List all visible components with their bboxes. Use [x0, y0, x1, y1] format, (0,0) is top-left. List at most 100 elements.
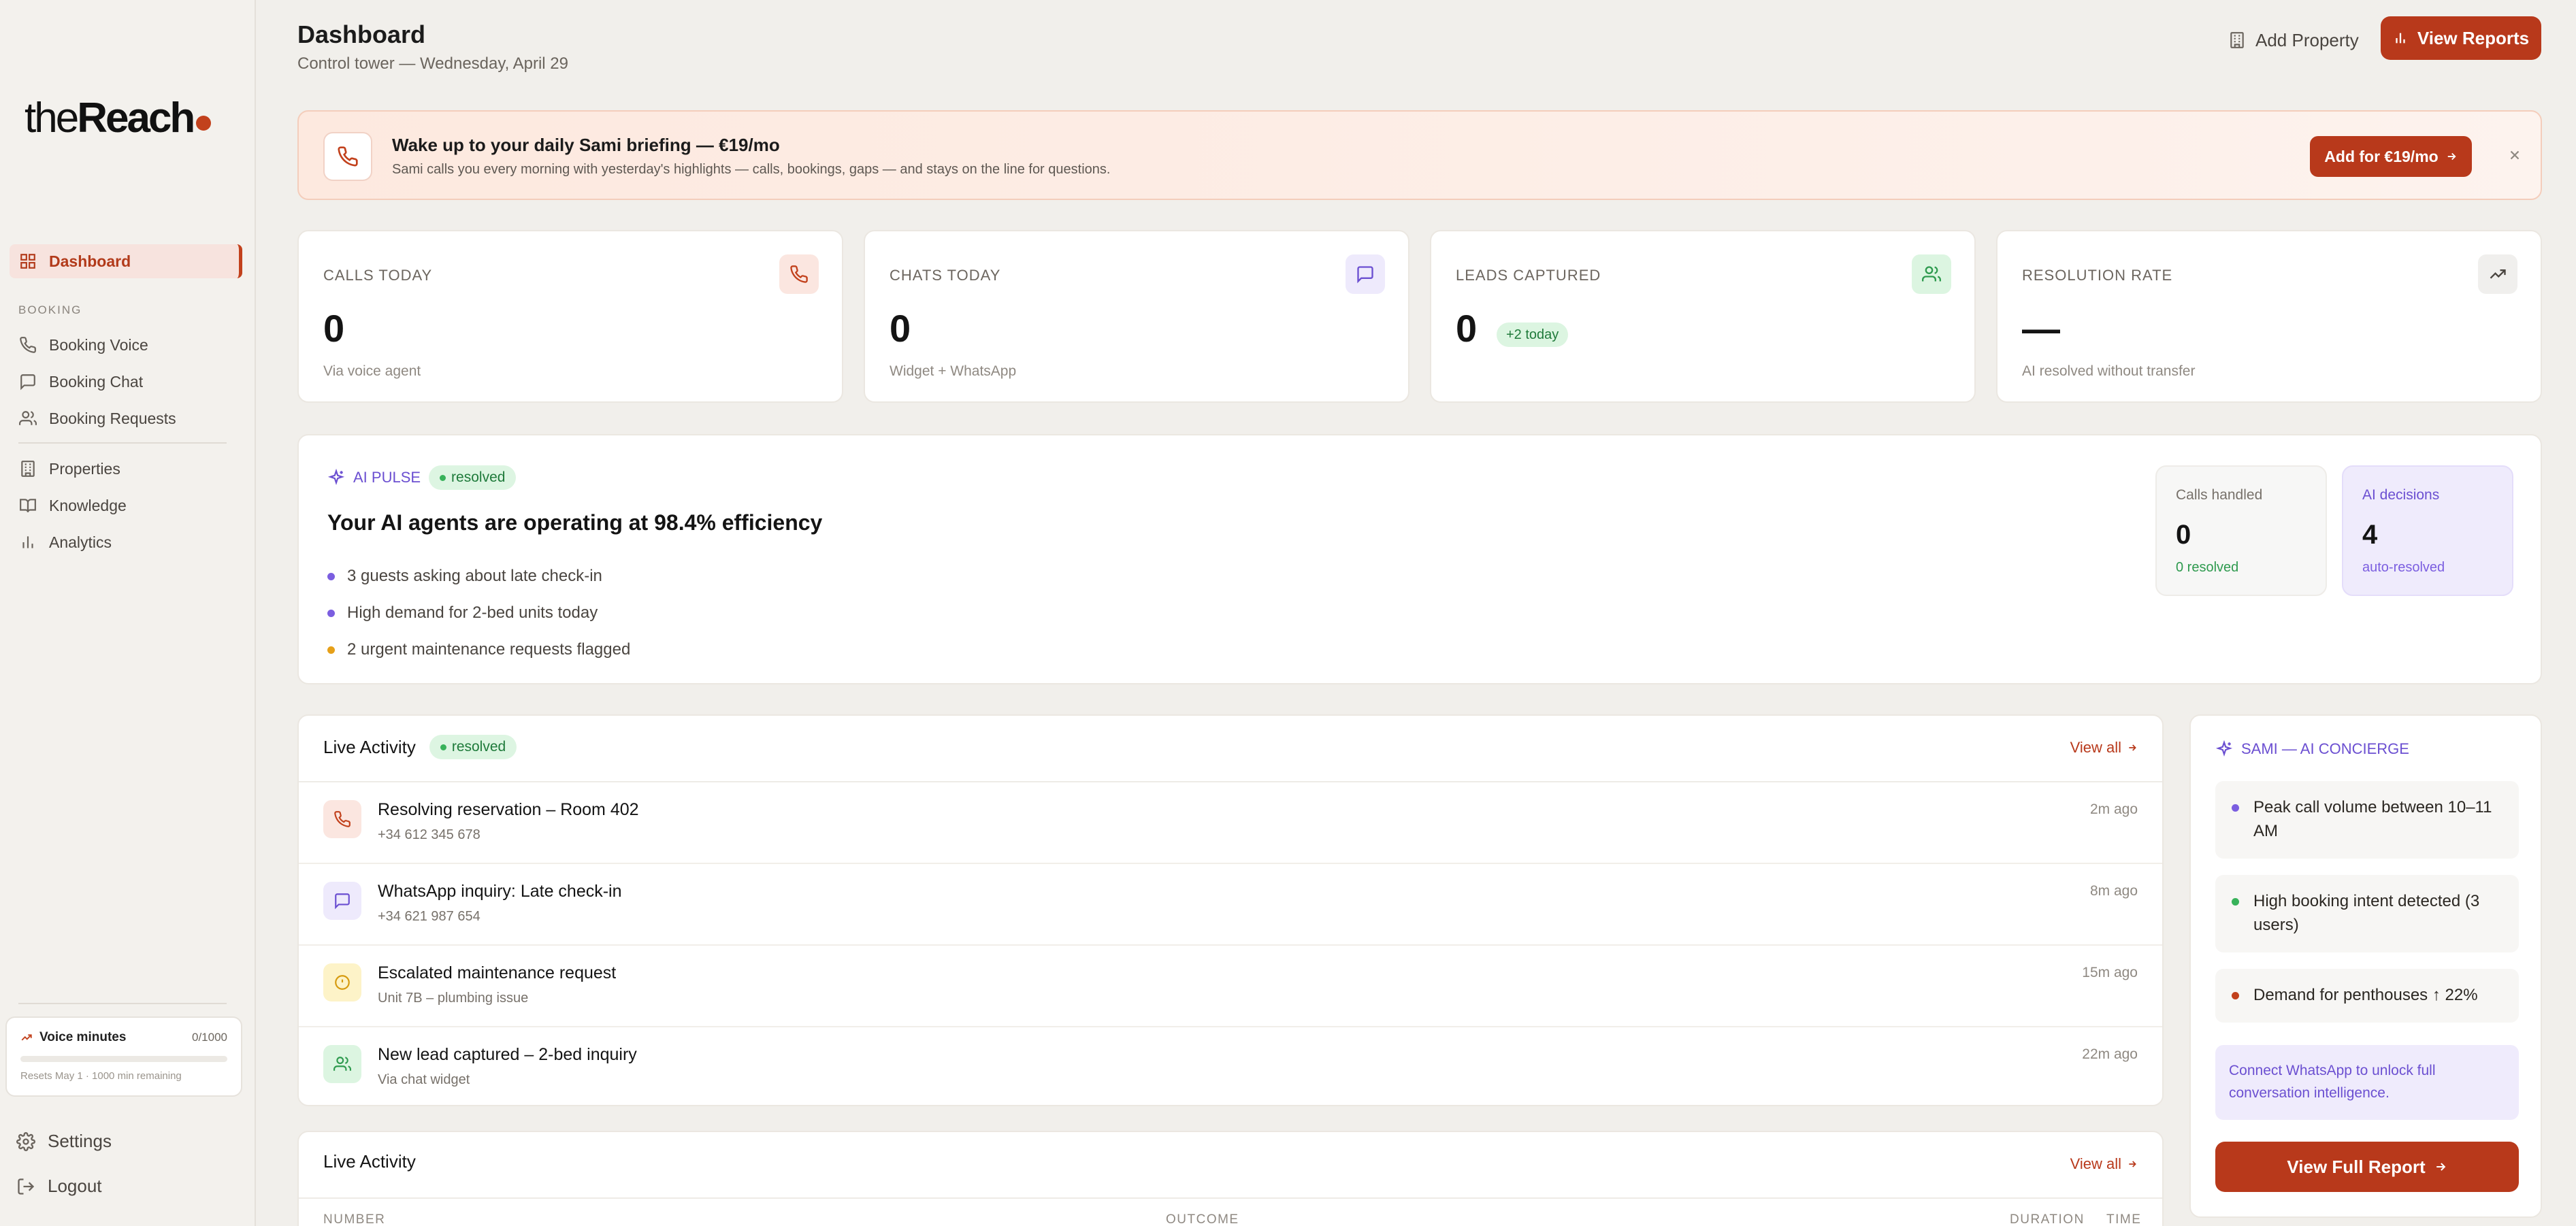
row-icon-box — [323, 963, 361, 1001]
stat-value: 0 — [323, 307, 345, 350]
table-row[interactable]: New lead captured – 2-bed inquiry Via ch… — [299, 1027, 2162, 1109]
table-row[interactable]: WhatsApp inquiry: Late check-in +34 621 … — [299, 864, 2162, 946]
sidebar-item-label: Booking Chat — [49, 372, 144, 391]
row-title: Escalated maintenance request — [378, 963, 617, 982]
row-icon-box — [323, 1045, 361, 1083]
row-title: Resolving reservation – Room 402 — [378, 800, 639, 819]
column-header-outcome[interactable]: OUTCOME — [1166, 1212, 1239, 1226]
view-all-link[interactable]: View all — [2070, 739, 2138, 757]
card-header: Live Activity — [323, 1151, 416, 1172]
view-all-label: View all — [2070, 739, 2121, 756]
logout-label: Logout — [48, 1176, 102, 1196]
sidebar-item-booking-voice[interactable]: Booking Voice — [10, 328, 242, 362]
view-reports-button[interactable]: View Reports — [2381, 16, 2541, 60]
sidebar-item-label: Knowledge — [49, 496, 127, 514]
trend-icon — [2490, 269, 2506, 279]
row-time: 8m ago — [2089, 883, 2138, 899]
list-item: 2 urgent maintenance requests flagged — [327, 631, 630, 668]
live-activity-card: Live Activity resolved View all Resolvin… — [297, 714, 2164, 1106]
chat-icon — [1357, 266, 1373, 284]
close-banner-button[interactable] — [2504, 144, 2526, 166]
connect-whatsapp-hint[interactable]: Connect WhatsApp to unlock full conversa… — [2215, 1045, 2519, 1120]
sidebar-item-analytics[interactable]: Analytics — [10, 525, 242, 559]
settings-link[interactable]: Settings — [16, 1131, 112, 1152]
voice-minutes-count: 0/1000 — [192, 1031, 227, 1044]
sidebar-item-knowledge[interactable]: Knowledge — [10, 488, 242, 523]
bar-chart-icon — [2396, 33, 2405, 44]
logout-icon — [18, 1178, 35, 1195]
column-header-duration[interactable]: DURATION — [2010, 1212, 2085, 1226]
chat-icon — [20, 374, 35, 391]
row-time: 2m ago — [2089, 801, 2138, 817]
ai-decisions-card: AI decisions 4 auto-resolved — [2342, 465, 2513, 596]
stat-sub: AI resolved without transfer — [2022, 363, 2196, 379]
brand-logo[interactable]: theReach — [25, 94, 212, 142]
row-title: New lead captured – 2-bed inquiry — [378, 1045, 637, 1064]
ai-pulse-card: AI PULSE resolved Your AI agents are ope… — [297, 434, 2542, 684]
table-row[interactable]: Resolving reservation – Room 402 +34 612… — [299, 782, 2162, 864]
alert-icon — [335, 975, 350, 990]
add-property-button[interactable]: Add Property — [2220, 20, 2367, 60]
arrow-right-icon — [2436, 1163, 2445, 1171]
stat-label: CHATS TODAY — [890, 267, 1001, 284]
users-icon — [333, 1057, 351, 1071]
table-row[interactable]: Escalated maintenance request Unit 7B – … — [299, 946, 2162, 1027]
sami-briefing-banner: Wake up to your daily Sami briefing — €1… — [297, 110, 2542, 200]
ai-pulse-headline: Your AI agents are operating at 98.4% ef… — [327, 510, 823, 535]
insight-item: Demand for penthouses ↑ 22% — [2215, 969, 2519, 1023]
stat-icon-box — [1912, 254, 1951, 294]
sidebar-item-booking-requests[interactable]: Booking Requests — [10, 401, 242, 435]
view-full-report-label: View Full Report — [2287, 1156, 2426, 1177]
bullet-dot — [327, 646, 335, 654]
insight-item: High booking intent detected (3 users) — [2215, 875, 2519, 952]
row-icon-box — [323, 800, 361, 838]
stat-icon-box — [1346, 254, 1385, 294]
stat-badge: +2 today — [1497, 322, 1569, 347]
stat-sub: Via voice agent — [323, 363, 421, 379]
logout-link[interactable]: Logout — [16, 1176, 102, 1197]
logo-text-reach: Reach — [77, 95, 195, 142]
voice-minutes-progress — [20, 1056, 227, 1062]
sidebar-item-properties[interactable]: Properties — [10, 452, 242, 486]
phone-icon — [790, 265, 808, 283]
add-briefing-button[interactable]: Add for €19/mo — [2310, 136, 2472, 177]
mini-value: 0 — [2176, 520, 2191, 550]
voice-minutes-card: Voice minutes 0/1000 Resets May 1 · 1000… — [5, 1016, 242, 1097]
sidebar-item-label: Booking Voice — [49, 335, 148, 354]
view-all-link[interactable]: View all — [2070, 1155, 2138, 1173]
gear-icon — [16, 1131, 35, 1151]
sidebar-item-booking-chat[interactable]: Booking Chat — [10, 365, 242, 399]
column-header-number[interactable]: NUMBER — [323, 1212, 385, 1226]
stat-card-leads-captured: LEADS CAPTURED 0 +2 today — [1430, 230, 1976, 403]
stat-icon-box — [2478, 254, 2517, 294]
grid-icon — [20, 254, 35, 269]
nav-divider — [18, 442, 227, 444]
list-item-text: 3 guests asking about late check-in — [347, 567, 602, 585]
column-header-time[interactable]: TIME — [2106, 1212, 2141, 1226]
row-time: 22m ago — [2082, 1046, 2138, 1062]
row-subtitle: +34 621 987 654 — [378, 909, 480, 924]
view-full-report-button[interactable]: View Full Report — [2215, 1142, 2519, 1192]
page-title: Dashboard — [297, 20, 426, 48]
stat-label: LEADS CAPTURED — [1456, 267, 1601, 284]
stat-card-resolution-rate: RESOLUTION RATE — AI resolved without tr… — [1996, 230, 2542, 403]
row-subtitle: Unit 7B – plumbing issue — [378, 991, 529, 1006]
row-subtitle: Via chat widget — [378, 1072, 470, 1087]
row-subtitle: +34 612 345 678 — [378, 827, 480, 842]
list-item-text: High demand for 2-bed units today — [347, 603, 598, 622]
ai-pulse-list: 3 guests asking about late check-in High… — [327, 558, 630, 668]
bullet-dot — [327, 609, 335, 617]
card-title: Live Activity — [323, 736, 416, 757]
voice-minutes-title: Voice minutes — [39, 1030, 127, 1044]
sparkle-icon — [2215, 740, 2233, 757]
view-all-label: View all — [2070, 1155, 2121, 1172]
status-badge: resolved — [429, 465, 517, 490]
sami-tag: SAMI — AI CONCIERGE — [2215, 740, 2409, 758]
sidebar-item-dashboard[interactable]: Dashboard — [10, 244, 242, 278]
building-icon — [2230, 32, 2244, 48]
stat-label: RESOLUTION RATE — [2022, 267, 2173, 284]
sidebar-item-label: Properties — [49, 459, 120, 478]
ai-pulse-tag: AI PULSE resolved — [327, 465, 517, 490]
stat-card-chats-today: CHATS TODAY 0 Widget + WhatsApp — [864, 230, 1409, 403]
stat-value: 0 — [890, 307, 911, 350]
